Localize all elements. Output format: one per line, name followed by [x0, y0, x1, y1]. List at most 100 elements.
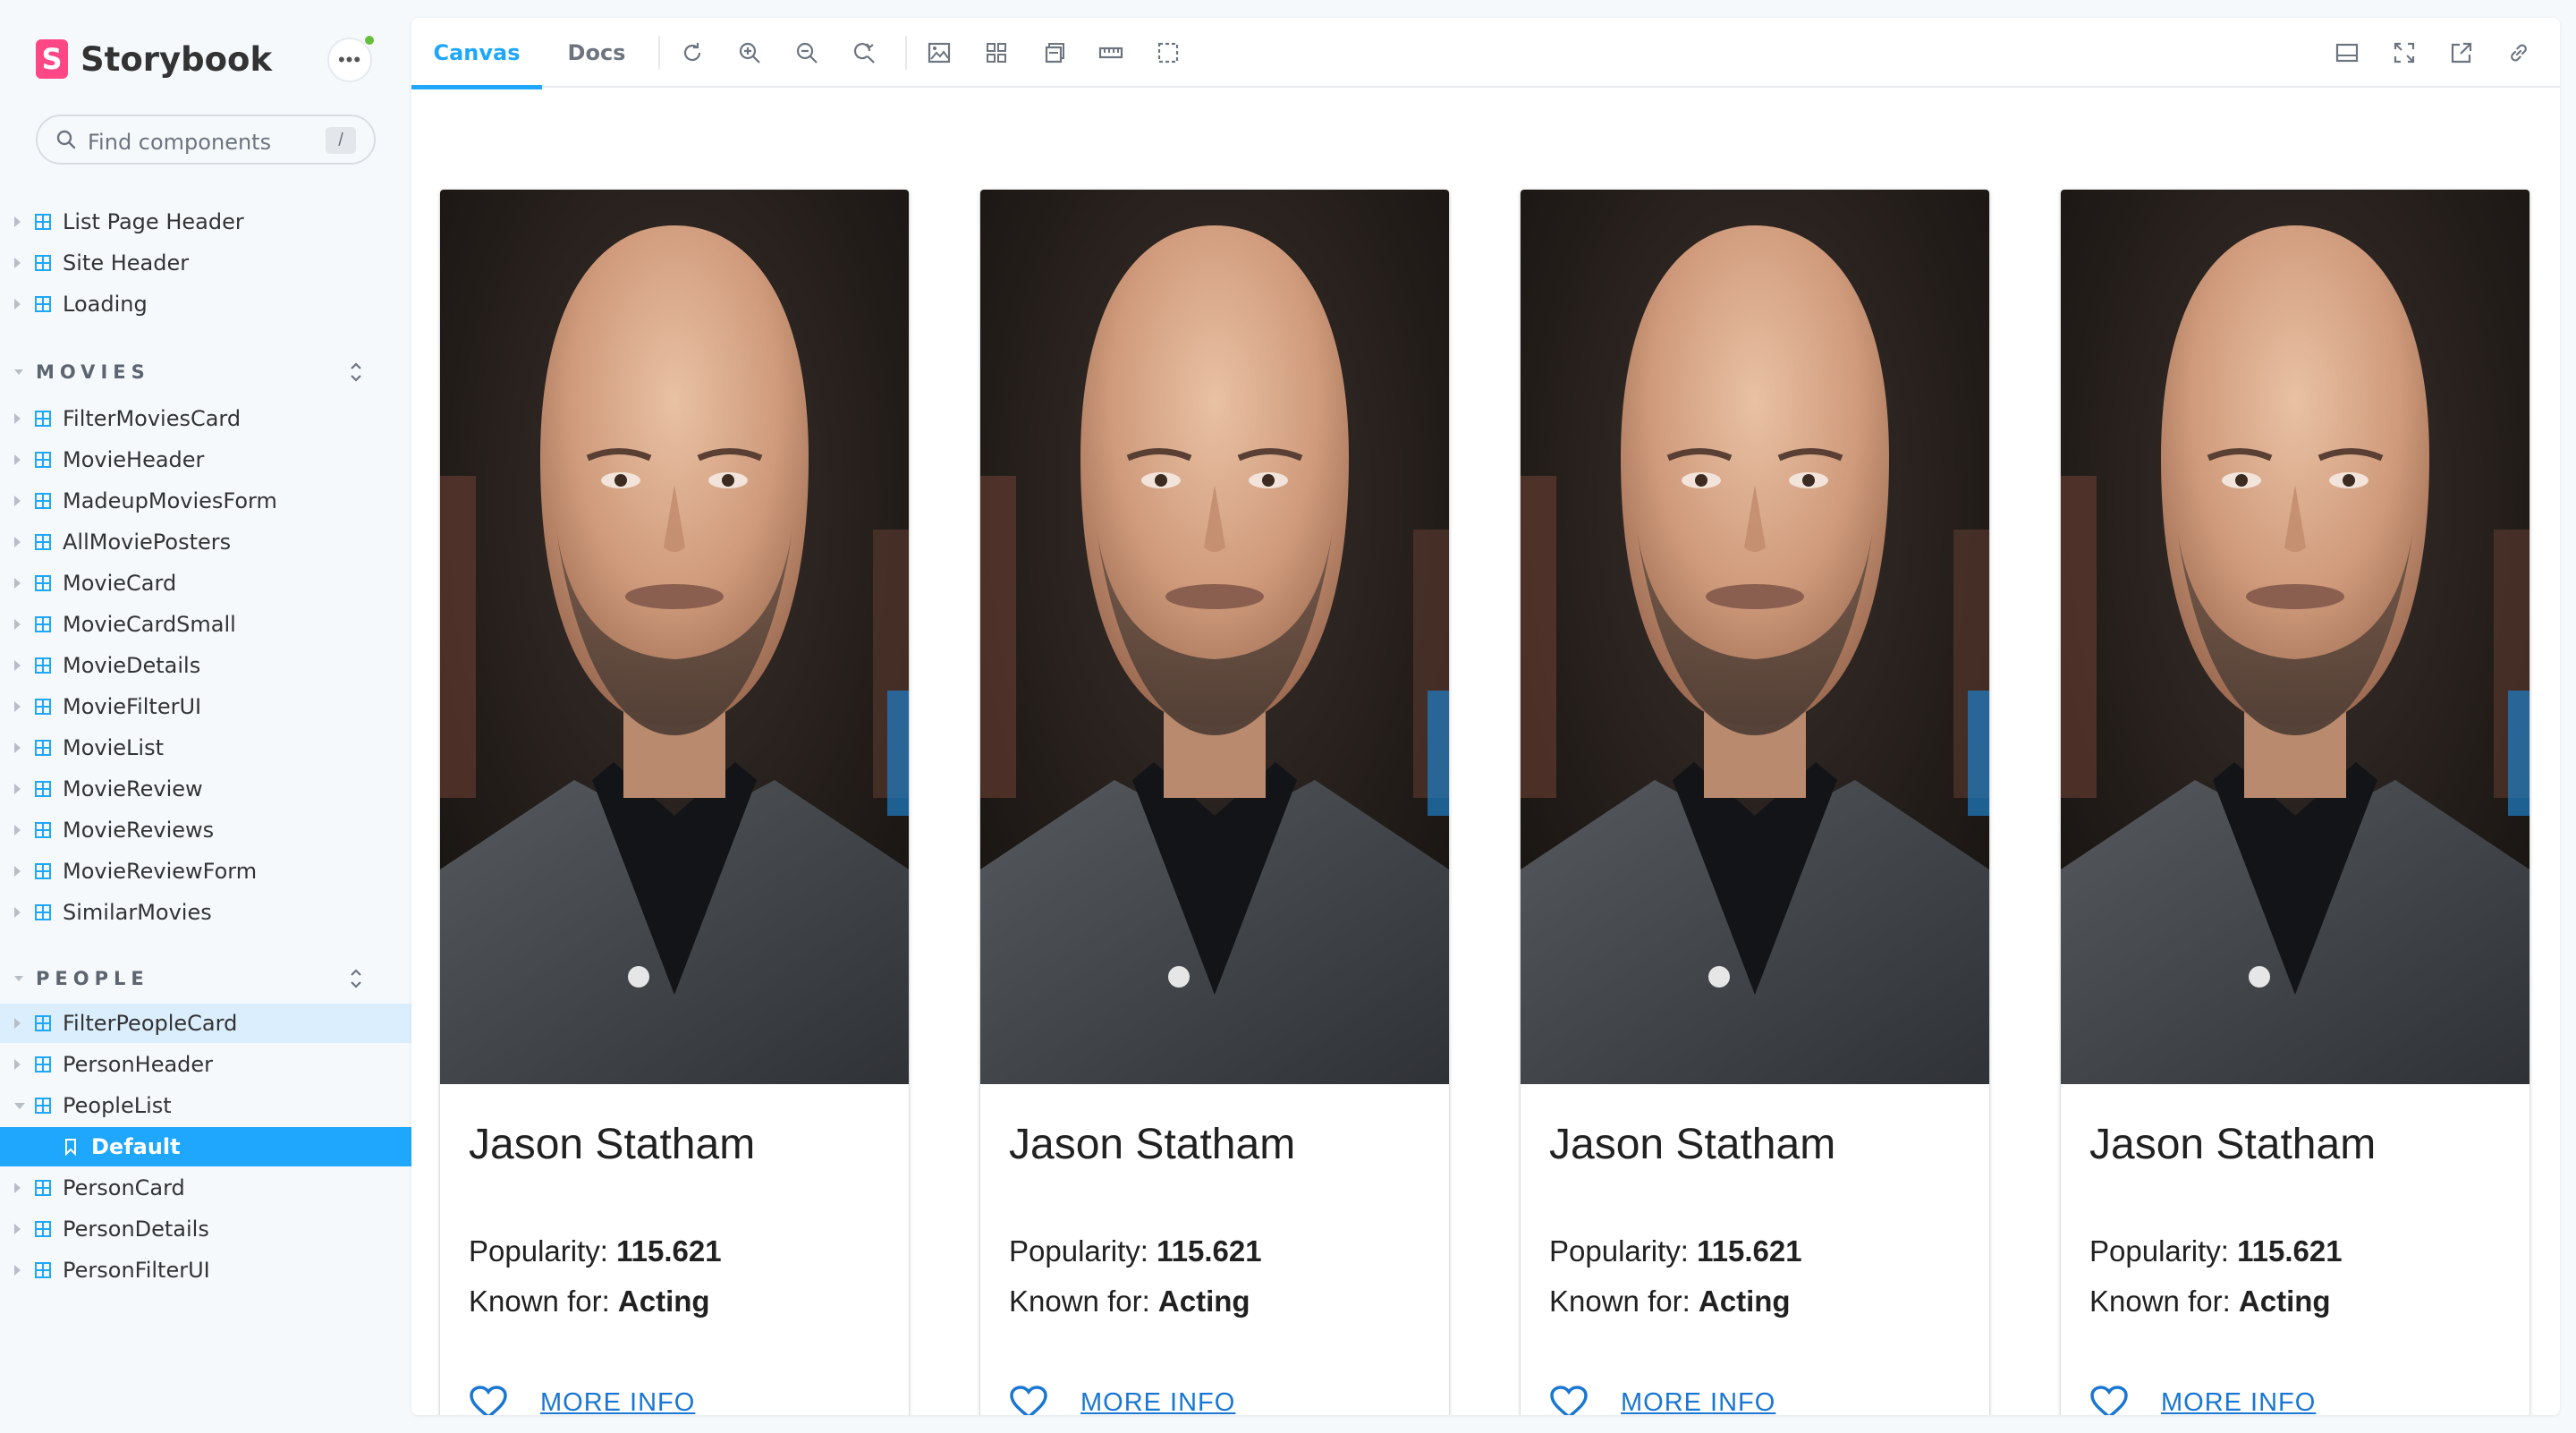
tab-canvas[interactable]: Canvas	[411, 18, 542, 89]
caret-right-icon	[14, 742, 21, 753]
sidebar-item-people-list[interactable]: PeopleList	[0, 1086, 411, 1125]
component-icon	[35, 255, 51, 271]
toolbar-divider	[658, 36, 660, 70]
sidebar-item-movie-list[interactable]: MovieList	[0, 728, 411, 767]
sidebar-item-similar-movies[interactable]: SimilarMovies	[0, 893, 411, 932]
sidebar-item-person-header[interactable]: PersonHeader	[0, 1045, 411, 1084]
search-icon	[56, 130, 76, 149]
sidebar-item-label: MovieReviews	[63, 818, 215, 843]
search-field[interactable]: Find components /	[36, 114, 376, 165]
storybook-logo-icon: S	[36, 39, 68, 79]
favorite-heart-icon[interactable]	[1009, 1385, 1048, 1415]
measure-icon[interactable]	[1098, 40, 1123, 65]
caret-right-icon	[14, 216, 21, 227]
section-movies[interactable]: MOVIES	[0, 354, 411, 390]
component-icon	[35, 863, 51, 879]
sidebar-item-site-header[interactable]: Site Header	[0, 243, 411, 283]
caret-right-icon	[14, 907, 21, 918]
sidebar-item-movie-details[interactable]: MovieDetails	[0, 646, 411, 685]
viewport-icon[interactable]	[1041, 40, 1066, 65]
sidebar-item-movie-filter-ui[interactable]: MovieFilterUI	[0, 687, 411, 726]
toolbar: Canvas Docs	[411, 18, 2560, 89]
search-shortcut-key: /	[326, 127, 356, 154]
open-new-tab-icon[interactable]	[2449, 40, 2474, 65]
caret-right-icon	[14, 578, 21, 589]
sidebar-item-movie-review-form[interactable]: MovieReviewForm	[0, 852, 411, 891]
sidebar-item-label: PersonFilterUI	[63, 1258, 210, 1283]
caret-right-icon	[14, 299, 21, 309]
sidebar-item-person-details[interactable]: PersonDetails	[0, 1209, 411, 1249]
sidebar-item-movie-review[interactable]: MovieReview	[0, 769, 411, 809]
sidebar-item-filter-movies-card[interactable]: FilterMoviesCard	[0, 399, 411, 438]
copy-link-icon[interactable]	[2506, 40, 2531, 65]
sidebar-item-person-filter-ui[interactable]: PersonFilterUI	[0, 1251, 411, 1290]
zoom-in-icon[interactable]	[737, 40, 762, 65]
outline-icon[interactable]	[1156, 40, 1181, 65]
zoom-out-icon[interactable]	[794, 40, 819, 65]
panel-icon[interactable]	[2334, 40, 2360, 65]
person-card: Jason Statham Popularity: 115.621 Known …	[2061, 190, 2529, 1415]
favorite-heart-icon[interactable]	[1549, 1385, 1589, 1415]
known-for-line: Known for: Acting	[1009, 1285, 1250, 1319]
sidebar-item-filter-people-card[interactable]: FilterPeopleCard	[0, 1004, 411, 1043]
sidebar-item-movie-reviews[interactable]: MovieReviews	[0, 810, 411, 850]
sidebar-item-label: PersonHeader	[63, 1052, 214, 1077]
expand-collapse-icon[interactable]	[347, 967, 365, 990]
brand[interactable]: S Storybook	[36, 39, 272, 79]
more-info-link[interactable]: MORE INFO	[540, 1388, 695, 1415]
caret-right-icon	[14, 619, 21, 630]
search-input[interactable]: Find components	[88, 130, 271, 155]
component-icon	[35, 657, 51, 674]
grid-icon[interactable]	[984, 40, 1009, 65]
sidebar-item-movie-card[interactable]: MovieCard	[0, 564, 411, 603]
caret-right-icon	[14, 1059, 21, 1070]
sidebar-item-label: FilterPeopleCard	[63, 1011, 238, 1036]
known-for-label: Known for:	[2089, 1285, 2239, 1318]
sidebar-item-list-page-header[interactable]: List Page Header	[0, 202, 411, 242]
known-for-value: Acting	[1698, 1285, 1791, 1318]
reload-icon[interactable]	[680, 40, 705, 65]
sidebar-item-all-movie-posters[interactable]: AllMoviePosters	[0, 522, 411, 562]
background-icon[interactable]	[927, 40, 952, 65]
favorite-heart-icon[interactable]	[469, 1385, 508, 1415]
caret-right-icon	[14, 784, 21, 794]
section-title: MOVIES	[36, 361, 150, 383]
caret-right-icon	[14, 454, 21, 465]
component-icon	[35, 411, 51, 427]
component-icon	[35, 296, 51, 312]
sidebar-item-madeup-movies-form[interactable]: MadeupMoviesForm	[0, 481, 411, 521]
more-info-link[interactable]: MORE INFO	[1080, 1388, 1235, 1415]
popularity-label: Popularity:	[1009, 1234, 1157, 1268]
component-icon	[35, 1056, 51, 1073]
sidebar-item-loading[interactable]: Loading	[0, 284, 411, 324]
tab-docs[interactable]: Docs	[542, 18, 651, 88]
sidebar-item-label: MovieHeader	[63, 447, 205, 472]
popularity-label: Popularity:	[1549, 1234, 1698, 1268]
sidebar-item-movie-card-small[interactable]: MovieCardSmall	[0, 605, 411, 644]
sidebar-item-label: MadeupMoviesForm	[63, 488, 277, 513]
caret-right-icon	[14, 1224, 21, 1234]
sidebar-item-movie-header[interactable]: MovieHeader	[0, 440, 411, 479]
caret-right-icon	[14, 701, 21, 712]
sidebar-item-person-card[interactable]: PersonCard	[0, 1168, 411, 1208]
caret-right-icon	[14, 1265, 21, 1276]
sidebar-item-label: MovieCard	[63, 571, 177, 596]
popularity-value: 115.621	[616, 1234, 722, 1268]
more-info-link[interactable]: MORE INFO	[1621, 1388, 1775, 1415]
person-card: Jason Statham Popularity: 115.621 Known …	[980, 190, 1449, 1415]
preview-panel: Canvas Docs Jason Statham Popularity: 11…	[411, 18, 2560, 1415]
caret-right-icon	[14, 1183, 21, 1193]
person-name: Jason Statham	[1549, 1121, 1836, 1168]
fullscreen-icon[interactable]	[2392, 40, 2417, 65]
known-for-line: Known for: Acting	[469, 1285, 710, 1319]
sidebar-item-label: AllMoviePosters	[63, 530, 232, 555]
zoom-reset-icon[interactable]	[852, 40, 877, 65]
section-people[interactable]: PEOPLE	[0, 961, 411, 996]
known-for-value: Acting	[1157, 1285, 1250, 1318]
popularity-label: Popularity:	[2089, 1234, 2238, 1268]
sidebar-item-default[interactable]: Default	[0, 1127, 411, 1166]
expand-collapse-icon[interactable]	[347, 360, 365, 384]
component-icon	[35, 699, 51, 715]
more-info-link[interactable]: MORE INFO	[2161, 1388, 2316, 1415]
favorite-heart-icon[interactable]	[2089, 1385, 2129, 1415]
